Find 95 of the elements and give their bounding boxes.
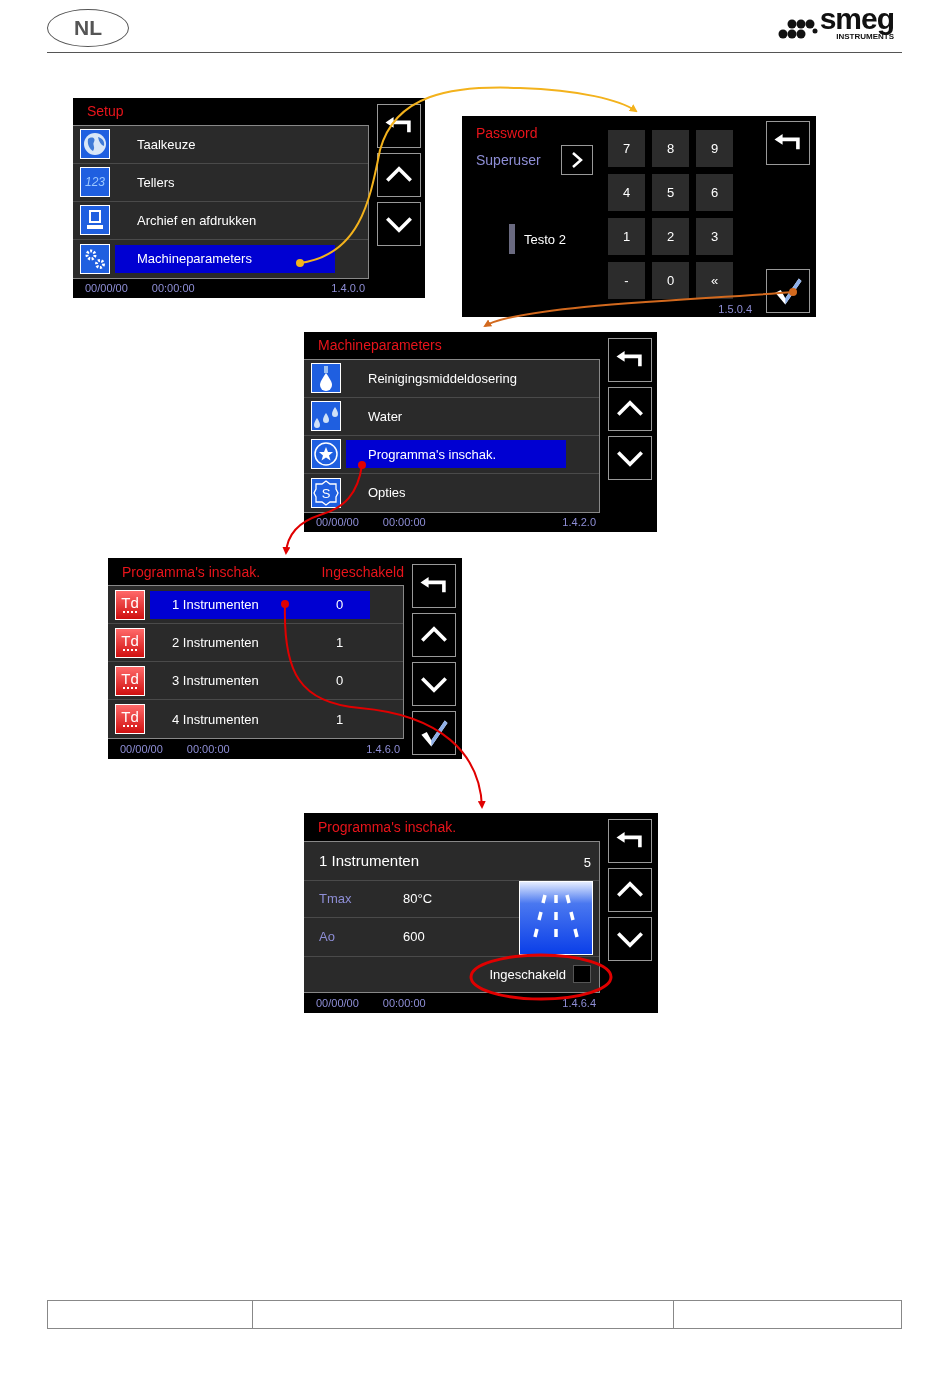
item-value: 0: [336, 673, 345, 689]
down-button[interactable]: [608, 436, 652, 480]
user-label: Superuser: [476, 152, 541, 168]
item-label: 1 Instrumenten: [172, 597, 260, 613]
screen-title: Machineparameters: [318, 337, 442, 354]
version-label: 1.4.2.0: [562, 516, 596, 529]
back-button[interactable]: [377, 104, 421, 148]
date-label: 00/00/00: [316, 516, 359, 529]
menu-item[interactable]: Water: [304, 397, 599, 436]
parameter-value: 600: [403, 928, 425, 944]
item-value: 1: [336, 635, 345, 651]
gear-s-icon: S: [311, 477, 341, 508]
screen-title: Programma's inschak.: [318, 818, 457, 835]
parameter-value: 80°C: [403, 891, 433, 907]
drop-icon: [311, 363, 341, 394]
td-icon: Td: [115, 665, 145, 696]
date-label: 00/00/00: [120, 743, 163, 756]
menu-item[interactable]: 123 Tellers: [73, 163, 368, 202]
check-button[interactable]: [766, 269, 810, 313]
keypad-key[interactable]: 8: [652, 130, 689, 167]
globe-icon: [80, 129, 110, 160]
checkbox[interactable]: [573, 965, 591, 984]
next-button[interactable]: [560, 145, 593, 175]
up-button[interactable]: [608, 387, 652, 431]
version-label: 1.5.0.4: [718, 303, 752, 315]
drops-icon: [311, 401, 341, 432]
item-label: Opties: [368, 485, 407, 501]
back-button[interactable]: [608, 338, 652, 382]
checkbox-label: Ingeschakeld: [489, 966, 566, 982]
time-label: 00:00:00: [382, 516, 426, 529]
version-label: 1.4.0.0: [331, 282, 365, 295]
item-label: Reinigingsmiddeldosering: [368, 370, 518, 386]
version-label: 1.4.6.0: [366, 743, 400, 756]
down-button[interactable]: [412, 662, 456, 706]
item-label: Taalkeuze: [137, 136, 197, 152]
down-button[interactable]: [377, 202, 421, 246]
menu-item[interactable]: Reinigingsmiddeldosering: [304, 359, 599, 398]
parameter-label: Ao: [319, 928, 336, 944]
screen-title: Password: [476, 125, 539, 141]
password-field[interactable]: Testo 2: [509, 224, 608, 254]
parameter-label: Tmax: [319, 891, 353, 907]
up-button[interactable]: [377, 153, 421, 197]
screen-title: Programma's inschak.: [122, 563, 261, 580]
date-label: 00/00/00: [85, 282, 128, 295]
up-button[interactable]: [412, 613, 456, 657]
back-button[interactable]: [412, 564, 456, 608]
time-label: 00:00:00: [382, 997, 426, 1010]
item-label: Machineparameters: [137, 251, 253, 267]
monitor-icon: [80, 205, 110, 236]
keypad-key[interactable]: 1: [608, 218, 645, 255]
menu-item[interactable]: Taalkeuze: [73, 125, 368, 164]
counter-icon: 123: [80, 167, 110, 198]
menu-item[interactable]: Archief en afdrukken: [73, 201, 368, 240]
back-button[interactable]: [766, 121, 810, 165]
item-label: 3 Instrumenten: [172, 673, 260, 689]
gears-icon: [80, 243, 110, 274]
back-button[interactable]: [608, 819, 652, 863]
keypad-key[interactable]: 0: [652, 262, 689, 299]
item-value: 1: [336, 711, 345, 727]
keypad-key[interactable]: 9: [696, 130, 733, 167]
item-value: 0: [336, 597, 345, 613]
td-icon: Td: [115, 627, 145, 658]
version-label: 1.4.6.4: [562, 997, 596, 1010]
column-header: Ingeschakeld: [321, 563, 404, 580]
menu-item[interactable]: Td 3 Instrumenten 0: [108, 662, 403, 701]
star-icon: [311, 439, 341, 470]
item-label: Archief en afdrukken: [137, 212, 258, 228]
date-label: 00/00/00: [316, 997, 359, 1010]
item-label: 4 Instrumenten: [172, 711, 260, 727]
menu-item[interactable]: S Opties: [304, 473, 599, 512]
program-name: 1 Instrumenten: [319, 852, 420, 870]
check-button[interactable]: [412, 711, 456, 755]
time-label: 00:00:00: [186, 743, 230, 756]
item-label: Water: [368, 408, 404, 424]
td-icon: Td: [115, 589, 145, 620]
program-number: 5: [583, 855, 591, 871]
keypad-key[interactable]: 7: [608, 130, 645, 167]
time-label: 00:00:00: [151, 282, 195, 295]
up-button[interactable]: [608, 868, 652, 912]
screen-title: Setup: [87, 103, 124, 120]
keypad-key[interactable]: 6: [696, 174, 733, 211]
keypad-key[interactable]: 2: [652, 218, 689, 255]
down-button[interactable]: [608, 917, 652, 961]
keypad-key[interactable]: 3: [696, 218, 733, 255]
menu-item[interactable]: Td 2 Instrumenten 1: [108, 624, 403, 663]
keypad-key[interactable]: 5: [652, 174, 689, 211]
td-icon: Td: [115, 704, 145, 735]
item-label: Tellers: [137, 174, 176, 190]
item-label: Programma's inschak.: [368, 446, 498, 462]
menu-item[interactable]: Td 4 Instrumenten 1: [108, 700, 403, 739]
keypad-key[interactable]: -: [608, 262, 645, 299]
item-label: 2 Instrumenten: [172, 635, 260, 651]
keypad-key[interactable]: «: [696, 262, 733, 299]
water-jets-icon: [519, 880, 593, 955]
keypad-key[interactable]: 4: [608, 174, 645, 211]
